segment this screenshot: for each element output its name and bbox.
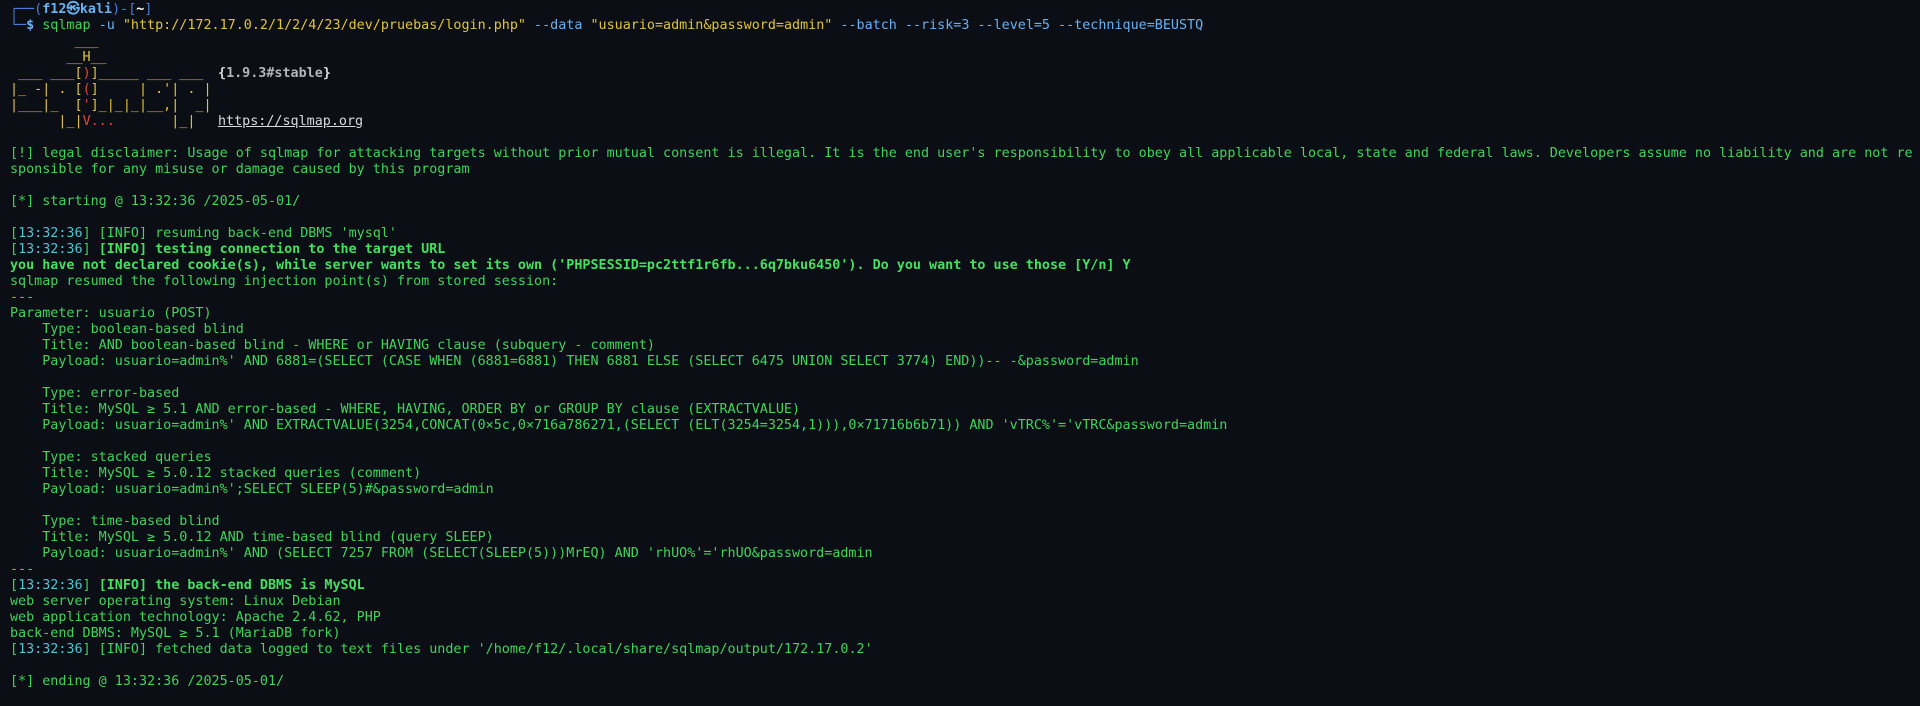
banner-art: |_ -| . [(] | .'| . | <box>10 82 212 97</box>
resumed-line: sqlmap resumed the following injection p… <box>10 274 559 289</box>
injection-payload: Payload: usuario=admin%';SELECT SLEEP(5)… <box>10 482 494 497</box>
banner-version: {1.9.3#stable} <box>218 66 331 81</box>
skull-icon: ㉿ <box>66 2 80 17</box>
legal-disclaimer: [!] legal disclaimer: Usage of sqlmap fo… <box>10 146 1913 161</box>
backend-dbms: back-end DBMS: MySQL ≥ 5.1 (MariaDB fork… <box>10 626 341 641</box>
log-fetched: [13:32:36] [INFO] fetched data logged to… <box>10 642 873 657</box>
web-app-technology: web application technology: Apache 2.4.6… <box>10 610 381 625</box>
banner-art: __H__ <box>10 50 107 65</box>
injection-title: Title: AND boolean-based blind - WHERE o… <box>10 338 655 353</box>
command-data: "usuario=admin&password=admin" <box>590 18 833 33</box>
banner-art: |_|V... |_| <box>10 114 196 129</box>
injection-payload: Payload: usuario=admin%' AND 6881=(SELEC… <box>10 354 1139 369</box>
terminal-window[interactable]: ┌──(f12㉿kali)-[~] └─$ sqlmap -u "http://… <box>0 0 1920 706</box>
prompt-host: kali <box>79 2 113 17</box>
command-url: "http://172.17.0.2/1/2/4/23/dev/pruebas/… <box>122 18 526 33</box>
injection-type: Type: boolean-based blind <box>10 322 244 337</box>
command-line[interactable]: └─$ sqlmap -u "http://172.17.0.2/1/2/4/2… <box>10 18 1920 34</box>
cookie-prompt[interactable]: you have not declared cookie(s), while s… <box>10 258 1920 274</box>
injection-type: Type: stacked queries <box>10 450 212 465</box>
injection-title: Title: MySQL ≥ 5.0.12 stacked queries (c… <box>10 466 422 481</box>
command-opt-data: --data <box>534 18 583 33</box>
log-testing-connection: [13:32:36] [INFO] testing connection to … <box>10 242 446 257</box>
banner-art: |___|_ [']_|_|_|__,| _| <box>10 98 212 113</box>
injection-payload: Payload: usuario=admin%' AND (SELECT 725… <box>10 546 873 561</box>
injection-title: Title: MySQL ≥ 5.0.12 AND time-based bli… <box>10 530 494 545</box>
banner-line: |_|V... |_| https://sqlmap.org <box>10 114 1920 130</box>
banner-line: ___ ___[)]_____ ___ ___ {1.9.3#stable} <box>10 66 1920 82</box>
parameter-line: Parameter: usuario (POST) <box>10 306 212 321</box>
injection-type: Type: error-based <box>10 386 180 401</box>
banner-line: __H__ <box>10 50 1920 66</box>
command-rest: --batch --risk=3 --level=5 --technique=B… <box>840 18 1204 33</box>
command-bin: sqlmap <box>42 18 91 33</box>
divider: --- <box>10 290 35 305</box>
prompt-symbol: $ <box>26 18 35 33</box>
starting-line: [*] starting @ 13:32:36 /2025-05-01/ <box>10 194 301 209</box>
log-dbms: [13:32:36] [INFO] the back-end DBMS is M… <box>10 578 365 593</box>
banner-line: |___|_ [']_|_|_|__,| _| <box>10 98 1920 114</box>
injection-type: Type: time-based blind <box>10 514 220 529</box>
log-resuming: [13:32:36] [INFO] resuming back-end DBMS… <box>10 226 397 241</box>
sqlmap-site-link[interactable]: https://sqlmap.org <box>218 114 363 130</box>
prompt-user: f12 <box>42 2 67 17</box>
banner-art: ___ <box>10 34 99 49</box>
command-opt-u: -u <box>98 18 115 33</box>
injection-title: Title: MySQL ≥ 5.1 AND error-based - WHE… <box>10 402 801 417</box>
banner-art: ___ ___[)]_____ ___ ___ <box>10 66 204 81</box>
divider: --- <box>10 562 35 577</box>
injection-payload: Payload: usuario=admin%' AND EXTRACTVALU… <box>10 418 1228 433</box>
legal-disclaimer-cont: sponsible for any misuse or damage cause… <box>10 162 470 177</box>
web-server-os: web server operating system: Linux Debia… <box>10 594 341 609</box>
prompt-header: ┌──(f12㉿kali)-[~] <box>10 2 153 17</box>
banner-line: |_ -| . [(] | .'| . | <box>10 82 1920 98</box>
ending-line: [*] ending @ 13:32:36 /2025-05-01/ <box>10 674 285 689</box>
banner-line: ___ <box>10 34 1920 50</box>
